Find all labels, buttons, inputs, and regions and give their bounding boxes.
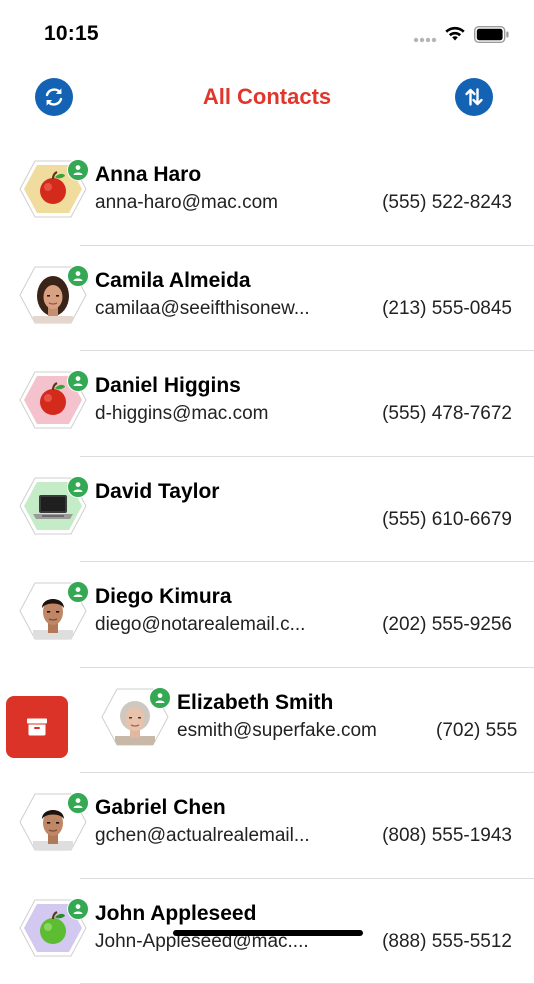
contact-row-content: David Taylor (555) 610-6679: [0, 457, 534, 563]
contact-list: Anna Haro anna-haro@mac.com (555) 522-8243…: [0, 140, 534, 984]
contact-phone: (888) 555-5512: [382, 931, 512, 953]
contact-row-content: Elizabeth Smith esmith@superfake.com (702)…: [82, 668, 534, 774]
contact-row[interactable]: Daniel Higgins d-higgins@mac.com (555) 478…: [0, 351, 534, 457]
contact-phone: (555) 610-6679: [382, 509, 512, 531]
contact-badge: [67, 265, 89, 287]
archive-icon: [26, 717, 48, 737]
contact-row-content: Camila Almeida camilaa@seeifthisonew... (2…: [0, 246, 534, 352]
contact-badge: [149, 687, 171, 709]
avatar: [18, 475, 88, 537]
status-time: 10:15: [44, 22, 99, 46]
contact-row[interactable]: Gabriel Chen gchen@actualrealemail... (808…: [0, 773, 534, 879]
contact-phone: (555) 478-7672: [382, 403, 512, 425]
contact-email: anna-haro@mac.com: [95, 192, 278, 214]
contact-phone: (202) 555-9256: [382, 614, 512, 636]
person-icon: [72, 586, 84, 598]
contact-phone: (808) 555-1943: [382, 825, 512, 847]
avatar: [18, 580, 88, 642]
contact-name: Diego Kimura: [95, 585, 232, 609]
contact-email: d-higgins@mac.com: [95, 403, 268, 425]
contact-name: Camila Almeida: [95, 269, 251, 293]
contact-name: Daniel Higgins: [95, 374, 241, 398]
contact-badge: [67, 792, 89, 814]
contact-email: esmith@superfake.com: [177, 720, 377, 742]
person-icon: [72, 375, 84, 387]
contact-name: Gabriel Chen: [95, 796, 226, 820]
avatar: [18, 369, 88, 431]
page-title: All Contacts: [0, 84, 534, 110]
contact-row[interactable]: Diego Kimura diego@notarealemail.c... (202…: [0, 562, 534, 668]
battery-icon: [474, 26, 510, 43]
contact-email: diego@notarealemail.c...: [95, 614, 305, 636]
home-indicator: [173, 930, 363, 936]
contact-phone: (702) 555: [436, 720, 517, 742]
contact-email: gchen@actualrealemail...: [95, 825, 310, 847]
status-bar: 10:15: [0, 0, 534, 60]
person-icon: [72, 797, 84, 809]
wifi-icon: [444, 25, 466, 42]
avatar: [100, 686, 170, 748]
contact-name: David Taylor: [95, 480, 219, 504]
contact-row[interactable]: David Taylor (555) 610-6679: [0, 457, 534, 563]
archive-button[interactable]: [6, 696, 68, 758]
person-icon: [72, 270, 84, 282]
contact-phone: (555) 522-8243: [382, 192, 512, 214]
avatar: [18, 791, 88, 853]
contact-row[interactable]: Anna Haro anna-haro@mac.com (555) 522-8243: [0, 140, 534, 246]
person-icon: [72, 481, 84, 493]
cellular-signal-icon: [413, 37, 437, 43]
laptop-icon: [33, 495, 73, 519]
contact-email: camilaa@seeifthisonew...: [95, 298, 310, 320]
nav-bar: All Contacts: [0, 70, 534, 126]
avatar: [18, 897, 88, 959]
contact-name: Elizabeth Smith: [177, 691, 333, 715]
contact-badge: [67, 370, 89, 392]
sort-arrows-icon: [462, 85, 486, 109]
avatar: [18, 158, 88, 220]
sort-button[interactable]: [455, 78, 493, 116]
avatar: [18, 264, 88, 326]
contact-row[interactable]: Elizabeth Smith esmith@superfake.com (702)…: [0, 668, 534, 774]
contact-badge: [67, 476, 89, 498]
contact-badge: [67, 898, 89, 920]
contact-row[interactable]: Camila Almeida camilaa@seeifthisonew... (2…: [0, 246, 534, 352]
contact-row-content: Daniel Higgins d-higgins@mac.com (555) 478…: [0, 351, 534, 457]
contact-badge: [67, 159, 89, 181]
contact-row-content: Anna Haro anna-haro@mac.com (555) 522-8243: [0, 140, 534, 246]
contact-badge: [67, 581, 89, 603]
person-icon: [72, 903, 84, 915]
person-icon: [154, 692, 166, 704]
contact-name: Anna Haro: [95, 163, 201, 187]
contact-name: John Appleseed: [95, 902, 256, 926]
contact-phone: (213) 555-0845: [382, 298, 512, 320]
person-icon: [72, 164, 84, 176]
contact-row-content: Diego Kimura diego@notarealemail.c... (202…: [0, 562, 534, 668]
contact-row-content: Gabriel Chen gchen@actualrealemail... (808…: [0, 773, 534, 879]
